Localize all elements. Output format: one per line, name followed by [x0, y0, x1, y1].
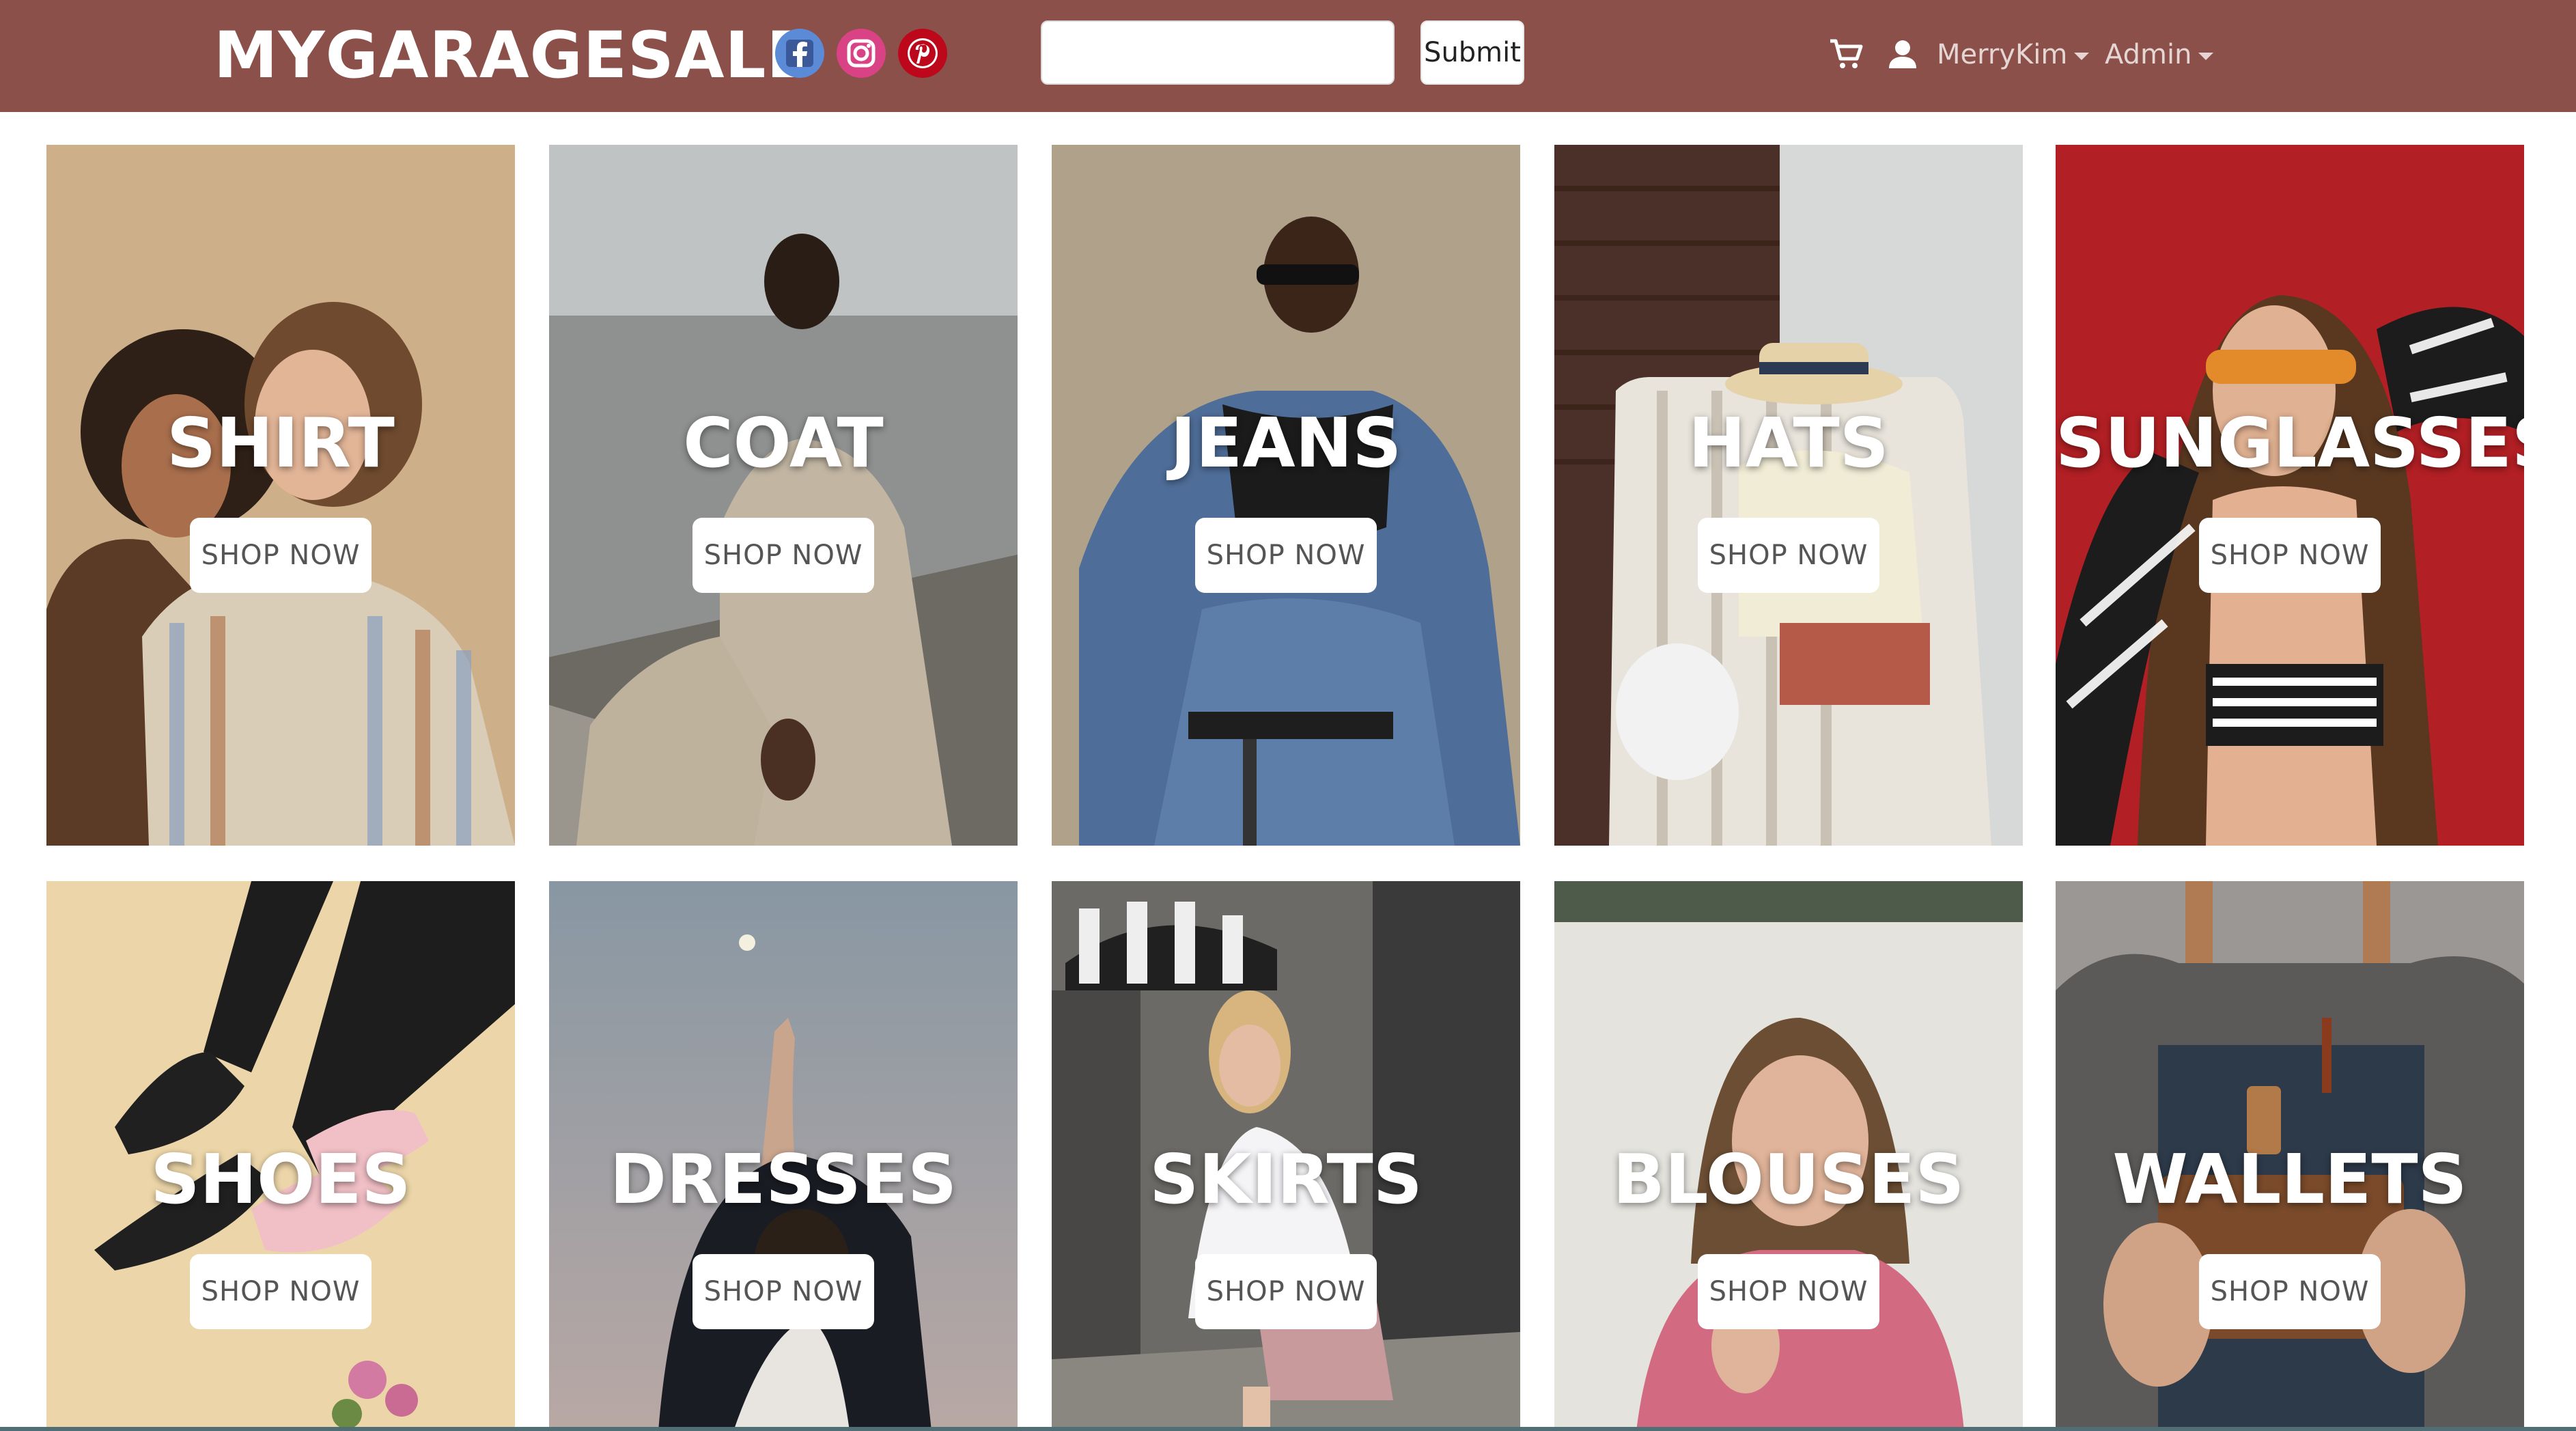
coat-photo — [549, 145, 1018, 846]
user-icon[interactable] — [1882, 34, 1923, 75]
navbar: MYGARAGESALE Submit MerryKim Admin — [0, 0, 2576, 112]
category-card-shoes[interactable]: SHOES SHOP NOW — [46, 881, 515, 1431]
admin-menu-label: Admin — [2105, 39, 2192, 70]
category-card-jeans[interactable]: JEANS SHOP NOW — [1052, 145, 1520, 846]
category-title: HATS — [1688, 403, 1889, 483]
category-title: SKIRTS — [1149, 1139, 1423, 1219]
shop-now-button[interactable]: SHOP NOW — [190, 518, 372, 593]
category-title: JEANS — [1170, 403, 1402, 483]
facebook-icon[interactable] — [775, 29, 824, 78]
category-card-blouses[interactable]: BLOUSES SHOP NOW — [1554, 881, 2023, 1431]
sunglasses-photo — [2056, 145, 2524, 846]
shop-now-button[interactable]: SHOP NOW — [692, 518, 874, 593]
admin-menu-dropdown[interactable]: Admin — [2105, 27, 2214, 82]
chevron-down-icon — [2074, 52, 2090, 60]
category-title: SHOES — [150, 1139, 411, 1219]
category-card-dresses[interactable]: DRESSES SHOP NOW — [549, 881, 1018, 1431]
category-title: DRESSES — [609, 1139, 957, 1219]
category-card-wallets[interactable]: WALLETS SHOP NOW — [2056, 881, 2524, 1431]
shop-now-button[interactable]: SHOP NOW — [2199, 1254, 2381, 1329]
shop-now-button[interactable]: SHOP NOW — [1195, 518, 1377, 593]
category-card-skirts[interactable]: SKIRTS SHOP NOW — [1052, 881, 1520, 1431]
category-card-sunglasses[interactable]: SUNGLASSES SHOP NOW — [2056, 145, 2524, 846]
shop-now-button[interactable]: SHOP NOW — [2199, 518, 2381, 593]
category-card-hats[interactable]: HATS SHOP NOW — [1554, 145, 2023, 846]
submit-button[interactable]: Submit — [1420, 20, 1524, 85]
search-input[interactable] — [1041, 20, 1395, 85]
category-title: SUNGLASSES — [2056, 403, 2524, 483]
shop-now-button[interactable]: SHOP NOW — [692, 1254, 874, 1329]
shop-now-button[interactable]: SHOP NOW — [1195, 1254, 1377, 1329]
brand-logo[interactable]: MYGARAGESALE — [214, 18, 811, 94]
shop-now-button[interactable]: SHOP NOW — [1698, 518, 1879, 593]
user-menu-label: MerryKim — [1937, 39, 2068, 70]
category-title: BLOUSES — [1612, 1139, 1965, 1219]
category-title: WALLETS — [2112, 1139, 2467, 1219]
category-card-coat[interactable]: COAT SHOP NOW — [549, 145, 1018, 846]
cart-icon[interactable] — [1826, 34, 1867, 75]
user-menu-dropdown[interactable]: MerryKim — [1937, 27, 2090, 82]
pinterest-icon[interactable] — [898, 29, 947, 78]
shop-now-button[interactable]: SHOP NOW — [190, 1254, 372, 1329]
chevron-down-icon — [2198, 52, 2214, 60]
jeans-photo — [1052, 145, 1520, 846]
category-title: SHIRT — [167, 403, 395, 483]
shirt-photo — [46, 145, 515, 846]
shop-now-button[interactable]: SHOP NOW — [1698, 1254, 1879, 1329]
page-bottom-divider — [0, 1427, 2576, 1431]
instagram-icon[interactable] — [837, 29, 886, 78]
hats-photo — [1554, 145, 2023, 846]
category-card-shirt[interactable]: SHIRT SHOP NOW — [46, 145, 515, 846]
category-title: COAT — [683, 403, 884, 483]
